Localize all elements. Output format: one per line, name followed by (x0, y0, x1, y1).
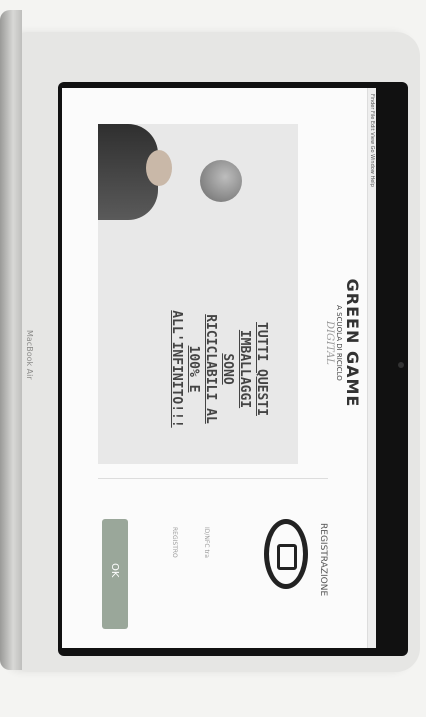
headline-line: SONO (220, 353, 235, 385)
recycling-ball-image (200, 160, 242, 202)
headline-line: 100% E (186, 345, 201, 393)
register-field[interactable]: REGISTRO (168, 527, 178, 597)
headline-line: IMBALLAGGI (237, 329, 252, 409)
logo-subtitle: A SCUOLA DI RICICLO (335, 305, 343, 381)
promo-headline: TUTTI QUESTI IMBALLAGGI SONO RICICLABILI… (120, 284, 270, 454)
logo-tagline: DIGITAL (324, 321, 335, 365)
green-game-logo: GREEN GAME A SCUOLA DI RICICLO DIGITAL (302, 258, 362, 428)
registration-panel: REGISTRAZIONE ID/NFC tra REGISTRO OK (98, 478, 328, 639)
screen: Finder File Edit View Go Window Help TUT… (62, 88, 376, 648)
menubar: Finder File Edit View Go Window Help (367, 88, 376, 648)
menubar-items[interactable]: Finder File Edit View Go Window Help (369, 94, 375, 187)
nfc-id-field[interactable]: ID/NFC tra (200, 527, 210, 597)
camera-icon (398, 362, 404, 368)
headline-line: ALL'INFINITO!!! (169, 310, 184, 428)
presenter-face (146, 150, 172, 186)
nfc-icon (264, 519, 308, 589)
promo-panel: TUTTI QUESTI IMBALLAGGI SONO RICICLABILI… (98, 124, 298, 464)
logo-title: GREEN GAME (343, 278, 362, 408)
headline-line: RICICLABILI AL (203, 314, 218, 424)
laptop-base (0, 10, 22, 670)
headline-line: TUTTI QUESTI (254, 322, 269, 416)
laptop-model-label: MacBook Air (25, 330, 34, 380)
registration-title: REGISTRAZIONE (318, 523, 328, 597)
ok-button-label: OK (109, 563, 120, 578)
ok-button[interactable]: OK (102, 519, 128, 629)
